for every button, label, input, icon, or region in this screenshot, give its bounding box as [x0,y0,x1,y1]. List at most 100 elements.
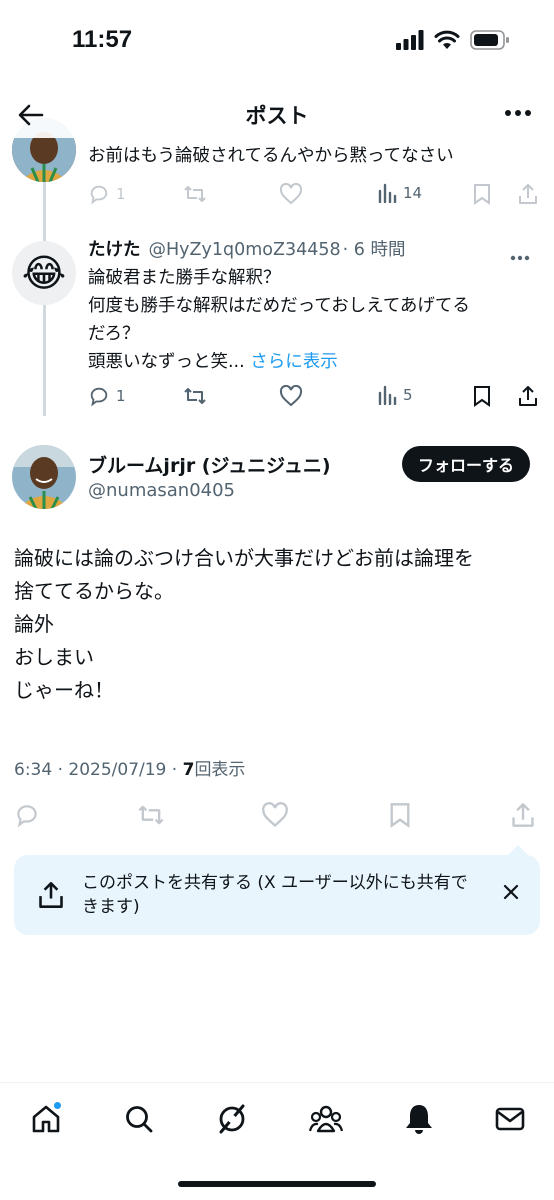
post-author-handle[interactable]: @numasan0405 [88,480,235,501]
post-line: 論外 [14,612,54,636]
views-button[interactable]: 5 [377,385,413,405]
heart-icon [279,183,303,205]
share-button[interactable] [517,385,539,407]
avatar-image [12,445,76,509]
nav-messages[interactable] [490,1099,530,1139]
reply-timestamp: · 6 時間 [342,240,406,260]
retweet-icon [184,186,206,202]
more-horizontal-icon [510,255,530,261]
reply-button[interactable]: 1 [88,183,126,205]
reply-count: 1 [116,185,126,203]
share-icon [38,881,64,913]
previous-reply-actions: 1 14 [0,180,554,210]
mail-icon [495,1107,525,1131]
like-button[interactable] [261,802,289,828]
nav-home[interactable] [26,1099,66,1139]
retweet-icon [138,805,164,825]
post-line: おしまい [14,645,94,669]
reply-line-truncated: 頭悪いなずっと笑... [88,352,245,372]
top-bar: ポスト [0,92,554,138]
retweet-button[interactable] [183,385,207,407]
more-options-button[interactable] [504,102,532,121]
view-count: 14 [403,184,423,202]
notification-dot [53,1101,62,1110]
view-count: 5 [403,386,413,404]
views-button[interactable]: 14 [377,183,422,203]
bell-icon [406,1105,432,1134]
nav-search[interactable] [119,1099,159,1139]
reply-button[interactable]: 1 [88,385,126,407]
status-time: 11:57 [72,26,133,53]
home-indicator[interactable] [178,1181,376,1187]
share-button[interactable] [517,183,539,205]
views-icon [378,385,397,405]
search-icon [126,1106,153,1133]
more-horizontal-icon [505,110,531,116]
bookmark-icon [474,184,490,205]
post-timestamp: 6:34 · 2025/07/19 · [14,760,183,780]
communities-icon [309,1105,343,1133]
post-line: 論破には論のぶつけ合いが大事だけどお前は論理を [14,546,474,570]
close-icon [503,884,519,900]
reply-author-name[interactable]: たけた [88,236,141,261]
heart-icon [279,385,303,407]
banner-pointer [508,845,528,855]
post-actions [0,800,554,830]
reply-line-last: 頭悪いなずっと笑... さらに表示 [88,348,538,376]
reply-icon [90,185,108,205]
share-button[interactable] [510,802,536,828]
follow-button[interactable]: フォローする [401,446,530,482]
nav-notifications[interactable] [399,1099,439,1139]
post-line: 捨ててるからな。 [14,579,174,603]
bookmark-button[interactable] [388,802,412,828]
post-view-label: 回表示 [194,760,246,780]
status-icons [396,30,510,50]
bookmark-icon [390,803,410,828]
retweet-button[interactable] [183,183,207,205]
reply-more-button[interactable] [510,246,530,265]
battery-icon [470,30,509,50]
like-button[interactable] [279,183,303,205]
close-button[interactable] [502,883,520,905]
reply-body: 論破君また勝手な解釈？ 何度も勝手な解釈はだめだっておしえてあげてる だろ？ 頭… [88,264,538,376]
reply-actions: 1 5 [0,382,554,412]
reply-line: 何度も勝手な解釈はだめだっておしえてあげてる [88,296,470,316]
reply-icon [90,387,108,407]
reply-count: 1 [116,387,126,405]
post-author-name[interactable]: ブルームjrjr (ジュニジュニ) [88,451,331,478]
grok-icon [219,1104,245,1134]
views-icon [378,183,397,203]
reply-avatar[interactable]: 😂 [12,241,76,305]
page-title: ポスト [245,104,309,128]
retweet-icon [184,388,206,404]
nav-communities[interactable] [306,1099,346,1139]
retweet-button[interactable] [137,802,165,828]
laughing-emoji-icon: 😂 [21,251,67,295]
share-icon [519,386,537,406]
bookmark-icon [474,386,490,407]
bookmark-button[interactable] [472,385,492,407]
post-meta: 6:34 · 2025/07/19 · 7回表示 [14,755,245,780]
nav-grok[interactable] [212,1099,252,1139]
heart-icon [262,802,288,828]
reply-line: だろ？ [88,324,140,344]
post-line: じゃーね！ [14,678,114,702]
share-icon [519,184,537,204]
wifi-icon [434,30,460,49]
share-banner[interactable]: このポストを共有する (X ユーザー以外にも共有できます) [14,845,540,935]
main-avatar[interactable] [12,445,76,509]
post-view-count: 7 [182,760,195,780]
status-bar: 11:57 [0,0,554,90]
share-icon [512,803,534,827]
reply-button[interactable] [14,802,40,828]
show-more-link[interactable]: さらに表示 [250,352,338,372]
post-body: 論破には論のぶつけ合いが大事だけどお前は論理を 捨ててるからな。 論外 おしまい… [14,542,534,707]
signal-icon [396,30,424,50]
reply-author-handle[interactable]: @HyZy1q0moZ34458 [149,240,341,260]
reply-header: たけた @HyZy1q0moZ34458 · 6 時間 [88,236,405,261]
bookmark-button[interactable] [472,183,492,205]
share-banner-text: このポストを共有する (X ユーザー以外にも共有できます) [82,873,468,917]
like-button[interactable] [279,385,303,407]
previous-reply-text: お前はもう論破されてるんやから黙ってなさい [88,146,454,166]
reply-icon [17,805,37,828]
